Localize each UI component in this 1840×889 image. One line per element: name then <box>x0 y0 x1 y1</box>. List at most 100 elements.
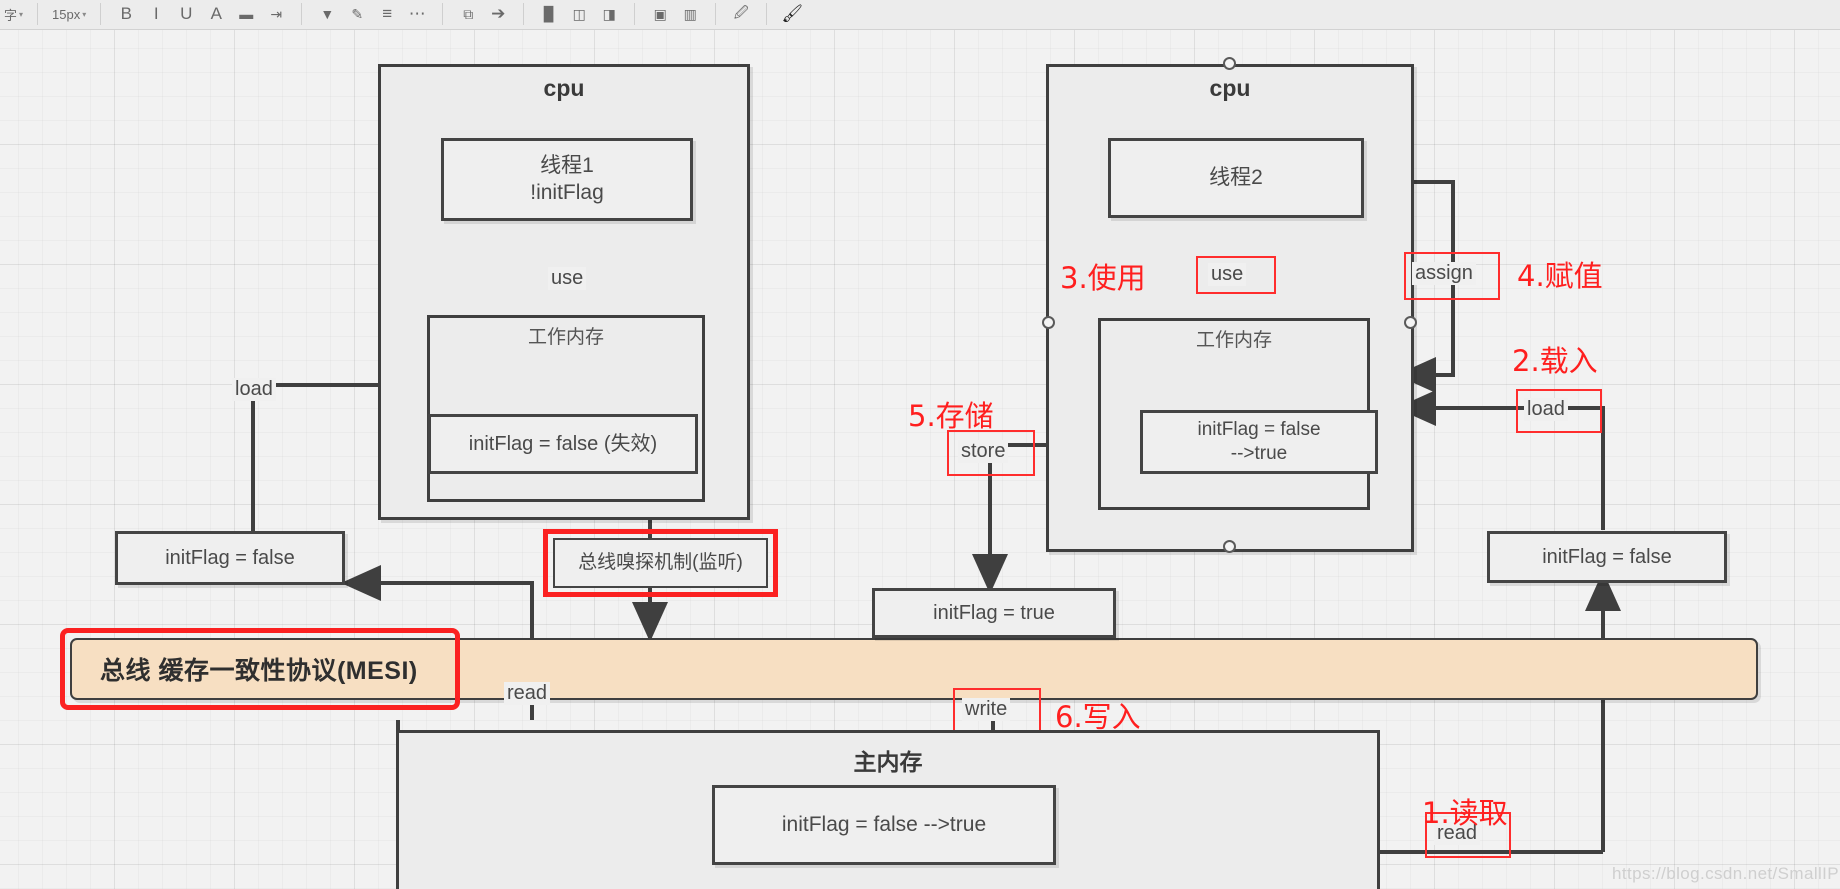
cpu2-wm-value-box[interactable]: initFlag = false -->true <box>1140 410 1378 474</box>
toolbar-divider <box>301 3 303 25</box>
store-label: store <box>958 440 1009 463</box>
bold-button[interactable]: B <box>111 0 141 29</box>
cpu1-wm-value: initFlag = false (失效) <box>468 432 658 455</box>
cpu2-bottom-port[interactable] <box>1223 540 1236 553</box>
arrow-style-button[interactable]: ➔ <box>483 0 513 29</box>
watermark: https://blog.csdn.net/SmallIPPig <box>1612 864 1840 883</box>
cpu2-thread-box[interactable]: 线程2 <box>1108 138 1364 218</box>
mesi-bus-highlight <box>60 628 460 710</box>
main-memory-value: initFlag = false -->true <box>781 812 987 836</box>
toolbar-group-font: 字 ▾ 15px ▾ B I U A ▬ ⇥ <box>0 0 291 29</box>
load-left-label: load <box>232 378 276 401</box>
send-back-icon: ▥ <box>683 5 697 22</box>
font-size-label: 15px <box>52 6 81 22</box>
send-back-button[interactable]: ▥ <box>675 0 705 29</box>
left-initflag-label: initFlag = false <box>165 546 295 569</box>
cpu2-use-label: use <box>1208 263 1247 286</box>
cpu2-wm-value-line1: initFlag = false <box>1197 419 1321 441</box>
toolbar-divider <box>766 3 768 25</box>
vertical-align-button[interactable]: ⇥ <box>261 0 291 29</box>
horizontal-align-button[interactable]: ▬ <box>231 0 261 29</box>
read-left-label: read <box>504 682 551 705</box>
step-2-annotation: 2.载入 <box>1512 344 1598 378</box>
toolbar-divider <box>100 3 102 25</box>
toolbar-divider <box>37 3 39 25</box>
horizontal-align-icon: ▬ <box>239 6 254 22</box>
copy-style-button[interactable]: ⧉ <box>453 0 483 29</box>
cpu2-right-port[interactable] <box>1404 316 1417 329</box>
underline-icon: U <box>180 4 193 23</box>
toolbar-group-align: ▉ ◫ ◨ <box>534 0 624 29</box>
magic-pen-icon: 🖌 <box>781 4 804 23</box>
chevron-down-icon: ▾ <box>82 9 87 19</box>
toolbar-group-style: ▼ ✎ ≡ ⋯ <box>312 0 432 29</box>
toolbar-divider <box>715 3 717 25</box>
step-5-annotation: 5.存储 <box>908 399 994 433</box>
bring-front-icon: ▣ <box>653 5 667 22</box>
toolbar-group-arrange: ⧉ ➔ <box>453 0 513 29</box>
right-initflag-label: initFlag = false <box>1542 545 1672 568</box>
load-right-label: load <box>1524 398 1568 421</box>
format-toolbar[interactable]: 字 ▾ 15px ▾ B I U A ▬ ⇥ ▼ ✎ ≡ ⋯ ⧉ ➔ ▉ ◫ ◨… <box>0 0 1840 30</box>
write-label: write <box>962 698 1011 721</box>
cpu2-thread-label: 线程2 <box>1209 165 1263 189</box>
fill-color-icon: ▼ <box>320 6 335 22</box>
cpu2-wm-value-line2: -->true <box>1230 443 1288 464</box>
cpu1-thread-box[interactable]: 线程1 !initFlag <box>441 138 693 221</box>
cpu1-wm-title: 工作内存 <box>527 327 604 348</box>
initflag-true-label: initFlag = true <box>933 601 1055 624</box>
cpu1-use-label: use <box>548 267 587 290</box>
font-color-icon: A <box>210 4 222 23</box>
step-4-annotation: 4.赋值 <box>1517 259 1603 293</box>
cpu1-wm-value-box[interactable]: initFlag = false (失效) <box>428 414 698 474</box>
cpu1-title: cpu <box>543 75 585 101</box>
line-color-button[interactable]: ✎ <box>342 0 372 29</box>
more-options-button[interactable]: ⋯ <box>402 0 432 29</box>
align-left-button[interactable]: ▉ <box>534 0 564 29</box>
toolbar-divider <box>442 3 444 25</box>
font-color-button[interactable]: A <box>201 0 231 29</box>
step-3-annotation: 3.使用 <box>1060 261 1146 295</box>
step-1-annotation: 1.读取 <box>1422 796 1508 830</box>
initflag-true-box[interactable]: initFlag = true <box>872 588 1116 638</box>
distribute-h-icon: ◫ <box>572 5 586 22</box>
link-icon: 🖉 <box>733 4 749 20</box>
cpu2-top-port[interactable] <box>1223 57 1236 70</box>
right-initflag-box[interactable]: initFlag = false <box>1487 531 1727 583</box>
toolbar-divider <box>523 3 525 25</box>
magic-pen-button[interactable]: 🖌 <box>777 0 807 29</box>
font-name-label: 字 <box>4 7 18 23</box>
underline-button[interactable]: U <box>171 0 201 29</box>
font-size-control[interactable]: 15px ▾ <box>48 0 90 29</box>
italic-icon: I <box>153 4 159 23</box>
arrow-icon: ➔ <box>491 4 506 23</box>
distribute-h-button[interactable]: ◫ <box>564 0 594 29</box>
italic-button[interactable]: I <box>141 0 171 29</box>
line-style-icon: ≡ <box>382 4 393 23</box>
vertical-align-icon: ⇥ <box>270 5 283 22</box>
fill-color-button[interactable]: ▼ <box>312 0 342 29</box>
cpu2-title: cpu <box>1209 75 1251 101</box>
align-left-icon: ▉ <box>543 5 555 22</box>
ellipsis-icon: ⋯ <box>408 4 426 23</box>
step-6-annotation: 6.写入 <box>1055 700 1141 734</box>
cpu2-assign-label: assign <box>1412 262 1476 285</box>
line-style-button[interactable]: ≡ <box>372 0 402 29</box>
cpu1-thread-line2: !initFlag <box>530 180 604 204</box>
bold-icon: B <box>120 4 132 23</box>
whiteboard-app: 字 ▾ 15px ▾ B I U A ▬ ⇥ ▼ ✎ ≡ ⋯ ⧉ ➔ ▉ ◫ ◨… <box>0 0 1840 889</box>
copy-style-icon: ⧉ <box>463 5 474 22</box>
distribute-v-button[interactable]: ◨ <box>594 0 624 29</box>
toolbar-divider <box>634 3 636 25</box>
main-memory-title: 主内存 <box>853 749 923 775</box>
cpu2-left-port[interactable] <box>1042 316 1055 329</box>
cpu1-thread-line1: 线程1 <box>540 154 594 178</box>
main-memory-value-box[interactable]: initFlag = false -->true <box>712 785 1056 865</box>
bring-front-button[interactable]: ▣ <box>645 0 675 29</box>
bus-snoop-highlight <box>543 529 778 597</box>
font-name-control[interactable]: 字 ▾ <box>0 0 27 29</box>
chevron-down-icon: ▾ <box>19 9 24 19</box>
diagram-canvas[interactable]: cpu 线程1 !initFlag use 工作内存 initFlag = fa… <box>0 30 1840 889</box>
left-initflag-box[interactable]: initFlag = false <box>115 531 345 585</box>
link-button[interactable]: 🖉 <box>726 0 756 29</box>
